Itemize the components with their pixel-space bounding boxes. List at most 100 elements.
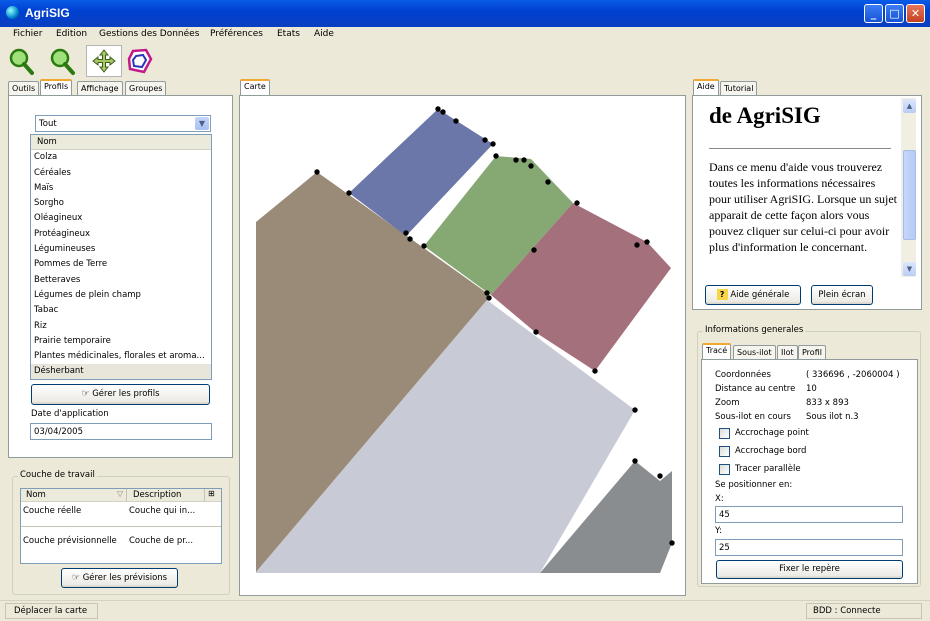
menu-edition[interactable]: Edition — [56, 29, 87, 39]
tab-profil[interactable]: Profil — [798, 345, 826, 360]
list-item[interactable]: Céréales — [31, 166, 211, 181]
col-divider — [126, 489, 127, 502]
list-item[interactable]: Pommes de Terre — [31, 257, 211, 272]
couche-row-1-name[interactable]: Couche prévisionnelle — [23, 536, 117, 546]
coord-value: ( 336696 , -2060004 ) — [806, 370, 900, 380]
tab-groupes[interactable]: Groupes — [125, 81, 167, 96]
y-field[interactable]: 25 — [715, 539, 903, 556]
accrochage-bord-label[interactable]: Accrochage bord — [735, 446, 806, 456]
column-chooser-icon[interactable]: ⊞ — [208, 489, 215, 498]
scroll-up-icon[interactable]: ▲ — [903, 99, 916, 113]
sousilot-label: Sous-ilot en cours — [715, 412, 791, 422]
sousilot-value: Sous ilot n.3 — [806, 412, 859, 422]
profile-list[interactable]: Nom Colza Céréales Maïs Sorgho Oléagineux Pro… — [30, 134, 212, 380]
help-scrollbar[interactable]: ▲ ▼ — [901, 98, 916, 277]
general-help-button[interactable]: ? Aide générale — [705, 285, 801, 305]
scroll-down-icon[interactable]: ▼ — [903, 262, 916, 276]
manage-previsions-button[interactable]: ☞ Gérer les prévisions — [61, 568, 178, 588]
chevron-down-icon[interactable]: ▼ — [195, 117, 209, 130]
list-item[interactable]: Tabac — [31, 303, 211, 318]
map-canvas[interactable] — [239, 95, 686, 596]
tab-ilot[interactable]: Ilot — [777, 345, 798, 360]
list-item[interactable]: Riz — [31, 319, 211, 334]
list-item[interactable]: Oléagineux — [31, 211, 211, 226]
accrochage-point-label[interactable]: Accrochage point — [735, 428, 809, 438]
fullscreen-button[interactable]: Plein écran — [811, 285, 873, 305]
list-item[interactable]: Sorgho — [31, 196, 211, 211]
help-tab-body: de AgriSIG Dans ce menu d'aide vous trou… — [692, 95, 922, 310]
fix-reference-button[interactable]: Fixer le repère — [716, 560, 903, 579]
accrochage-point-checkbox[interactable] — [719, 428, 730, 439]
coord-label: Coordonnées — [715, 370, 771, 380]
zoom-label: Zoom — [715, 398, 740, 408]
position-label: Se positionner en: — [715, 480, 793, 490]
zoom-out-tool[interactable] — [45, 45, 81, 77]
couche-table[interactable]: Nom ▽ Description ⊞ Couche réelle Couche… — [20, 488, 222, 564]
zoom-in-icon — [9, 48, 34, 75]
select-region-tool[interactable] — [124, 45, 160, 77]
menu-etats[interactable]: Etats — [277, 29, 300, 39]
profile-items: Colza Céréales Maïs Sorgho Oléagineux Protéag… — [31, 150, 211, 379]
toolbar — [0, 43, 930, 79]
maximize-button[interactable]: □ — [885, 4, 904, 23]
filter-icon[interactable]: ▽ — [117, 489, 123, 498]
map-svg — [256, 106, 675, 573]
couche-groupbox: Couche de travail Nom ▽ Description ⊞ Co… — [12, 470, 230, 595]
tab-profils[interactable]: Profils — [40, 79, 73, 95]
help-heading: de AgriSIG — [709, 103, 821, 128]
minimize-button[interactable]: _ — [864, 4, 883, 23]
tracer-parallele-checkbox[interactable] — [719, 464, 730, 475]
help-panel: Aide Tutorial de AgriSIG Dans ce menu d'… — [691, 79, 924, 313]
tab-trace[interactable]: Tracé — [702, 343, 732, 359]
manage-previsions-label: Gérer les prévisions — [82, 573, 168, 583]
close-button[interactable]: ✕ — [906, 4, 925, 23]
distance-label: Distance au centre — [715, 384, 796, 394]
tab-outils[interactable]: Outils — [8, 81, 40, 96]
tab-carte[interactable]: Carte — [240, 79, 270, 95]
col-divider-2 — [204, 489, 205, 502]
help-content: de AgriSIG Dans ce menu d'aide vous trou… — [695, 98, 899, 277]
list-item[interactable]: Maïs — [31, 181, 211, 196]
list-item[interactable]: Colza — [31, 150, 211, 165]
profile-filter-dropdown[interactable]: Tout ▼ — [35, 115, 211, 132]
couche-title: Couche de travail — [18, 470, 97, 480]
date-field[interactable]: 03/04/2005 — [30, 423, 212, 440]
scroll-thumb[interactable] — [903, 150, 916, 240]
col-description[interactable]: Description — [133, 490, 181, 500]
accrochage-bord-checkbox[interactable] — [719, 446, 730, 457]
list-item[interactable]: Légumes de plein champ — [31, 288, 211, 303]
list-item[interactable]: Betteraves — [31, 273, 211, 288]
zoom-in-tool[interactable] — [4, 45, 40, 77]
list-item[interactable]: Protéagineux — [31, 227, 211, 242]
tab-tutorial[interactable]: Tutorial — [720, 81, 758, 96]
tab-sous-ilot[interactable]: Sous-ilot — [733, 345, 776, 360]
hand-pointer-icon: ☞ — [71, 573, 80, 583]
manage-profiles-label: Gérer les profils — [92, 389, 160, 399]
couche-row-1-desc[interactable]: Couche de pr... — [129, 536, 193, 546]
help-text: Dans ce menu d'aide vous trouverez toute… — [709, 160, 897, 255]
list-item[interactable]: Légumineuses — [31, 242, 211, 257]
list-header-nom[interactable]: Nom — [31, 135, 211, 151]
help-divider — [709, 148, 891, 149]
list-item[interactable]: Désherbant — [31, 364, 211, 379]
menu-preferences[interactable]: Préférences — [210, 29, 263, 39]
list-item[interactable]: Plantes médicinales, florales et aroma..… — [31, 349, 211, 364]
tab-affichage[interactable]: Affichage — [77, 81, 123, 96]
pan-icon — [92, 49, 116, 73]
manage-profiles-button[interactable]: ☞ Gérer les profils — [31, 384, 210, 405]
couche-row-0-name[interactable]: Couche réelle — [23, 506, 81, 516]
tab-aide[interactable]: Aide — [693, 79, 719, 95]
x-label: X: — [715, 494, 724, 504]
tracer-parallele-label[interactable]: Tracer parallèle — [735, 464, 801, 474]
couche-row-0-desc[interactable]: Couche qui in... — [129, 506, 195, 516]
status-db: BDD : Connecte — [806, 603, 922, 619]
col-nom[interactable]: Nom — [26, 490, 46, 500]
menu-bar: Fichier Edition Gestions des Données Pré… — [0, 27, 930, 43]
pan-tool[interactable] — [86, 45, 122, 77]
menu-aide[interactable]: Aide — [314, 29, 334, 39]
list-item[interactable]: Prairie temporaire — [31, 334, 211, 349]
x-field[interactable]: 45 — [715, 506, 903, 523]
menu-gestions-donnees[interactable]: Gestions des Données — [99, 29, 199, 39]
app-globe-icon — [6, 6, 19, 19]
menu-fichier[interactable]: Fichier — [13, 29, 42, 39]
